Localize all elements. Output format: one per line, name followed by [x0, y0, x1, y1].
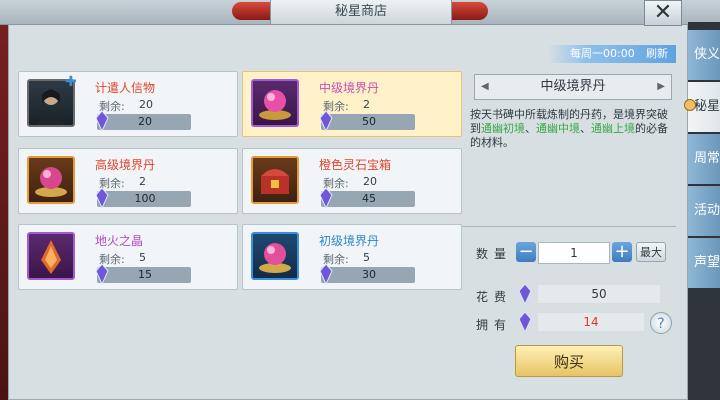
crystal-currency-icon	[95, 188, 109, 208]
plus-button[interactable]: +	[612, 242, 632, 262]
crystal-currency-icon	[95, 111, 109, 131]
close-button[interactable]: ✕	[644, 0, 682, 26]
remain-value: 20	[363, 175, 377, 188]
price-value: 50	[362, 115, 376, 128]
blue-elixir-icon	[251, 232, 299, 280]
active-tab-indicator	[684, 99, 696, 111]
item-card[interactable]: 高级境界丹 剩余: 2 100	[18, 148, 238, 214]
detail-title: ◀ 中级境界丹 ▶	[474, 74, 672, 100]
item-card[interactable]: 地火之晶 剩余: 5 15	[18, 224, 238, 290]
item-name: 初级境界丹	[319, 234, 380, 248]
side-tabs: 侠义 秘星 周常 活动 声望	[688, 22, 720, 400]
cost-value: 50	[538, 285, 660, 303]
remain-value: 5	[363, 251, 370, 264]
item-name: 高级境界丹	[95, 158, 156, 172]
help-button[interactable]: ?	[650, 312, 672, 334]
price-bar: 15	[95, 264, 191, 284]
refresh-bar: 每周一00:00 刷新	[548, 45, 676, 63]
left-arrow-icon: ◀	[481, 81, 489, 92]
cost-label: 花费	[476, 290, 513, 304]
purple-elixir-icon	[251, 79, 299, 127]
item-card-selected[interactable]: 中级境界丹 剩余: 2 50	[242, 71, 462, 137]
minus-button[interactable]: −	[516, 242, 536, 262]
item-card[interactable]: 初级境界丹 剩余: 5 30	[242, 224, 462, 290]
tab-activity[interactable]: 活动	[688, 186, 720, 236]
crystal-currency-icon	[518, 312, 532, 332]
close-icon: ✕	[653, 0, 673, 25]
price-bar: 100	[95, 188, 191, 208]
tab-weekly[interactable]: 周常	[688, 134, 720, 184]
price-value: 30	[362, 268, 376, 281]
price-value: 100	[134, 192, 156, 205]
price-bar: 30	[319, 264, 415, 284]
max-button[interactable]: 最大	[636, 242, 666, 262]
item-card[interactable]: 橙色灵石宝箱 剩余: 20 45	[242, 148, 462, 214]
quantity-label: 数量	[476, 247, 513, 261]
item-description: 按天书碑中所载炼制的丹药，是境界突破到通幽初境、通幽中境、通幽上境的必备的材料。	[470, 108, 668, 149]
plus-icon: +	[614, 241, 630, 262]
own-value: 14	[538, 313, 644, 331]
item-name: 中级境界丹	[319, 81, 380, 95]
detail-title-text: 中级境界丹	[540, 79, 606, 94]
buy-button[interactable]: 购买	[515, 345, 623, 377]
right-arrow-icon: ▶	[657, 81, 665, 92]
refresh-label: 刷新	[646, 47, 668, 60]
price-value: 45	[362, 192, 376, 205]
price-bar: 20	[95, 111, 191, 131]
item-name: 计遣人信物	[95, 81, 156, 95]
gold-elixir-icon	[27, 156, 75, 204]
treasure-chest-icon	[251, 156, 299, 204]
tab-reputation[interactable]: 声望	[688, 238, 720, 288]
price-bar: 50	[319, 111, 415, 131]
remain-value: 20	[139, 98, 153, 111]
plus-icon: ✚	[65, 74, 77, 90]
remain-value: 5	[139, 251, 146, 264]
price-bar: 45	[319, 188, 415, 208]
fire-crystal-icon	[27, 232, 75, 280]
item-card[interactable]: ✚ 计遣人信物 剩余: 20 20	[18, 71, 238, 137]
refresh-schedule: 每周一00:00	[570, 47, 635, 60]
remain-value: 2	[363, 98, 370, 111]
item-name: 橙色灵石宝箱	[319, 158, 392, 172]
crystal-currency-icon	[95, 264, 109, 284]
crystal-currency-icon	[319, 264, 333, 284]
remain-value: 2	[139, 175, 146, 188]
crystal-currency-icon	[518, 284, 532, 304]
own-label: 拥有	[476, 318, 513, 332]
title-bar: 秘星商店	[0, 0, 720, 25]
crystal-currency-icon	[319, 188, 333, 208]
price-value: 20	[138, 115, 152, 128]
item-grid: ✚ 计遣人信物 剩余: 20 20 中级境界丹 剩余: 2 50 高级境界丹 剩…	[14, 68, 464, 394]
question-icon: ?	[657, 316, 665, 332]
tab-xiayi[interactable]: 侠义	[688, 30, 720, 80]
minus-icon: −	[518, 241, 534, 262]
item-name: 地火之晶	[95, 234, 144, 248]
quantity-input[interactable]: 1	[538, 242, 610, 264]
price-value: 15	[138, 268, 152, 281]
divider	[462, 226, 676, 227]
window-title: 秘星商店	[270, 0, 452, 24]
crystal-currency-icon	[319, 111, 333, 131]
